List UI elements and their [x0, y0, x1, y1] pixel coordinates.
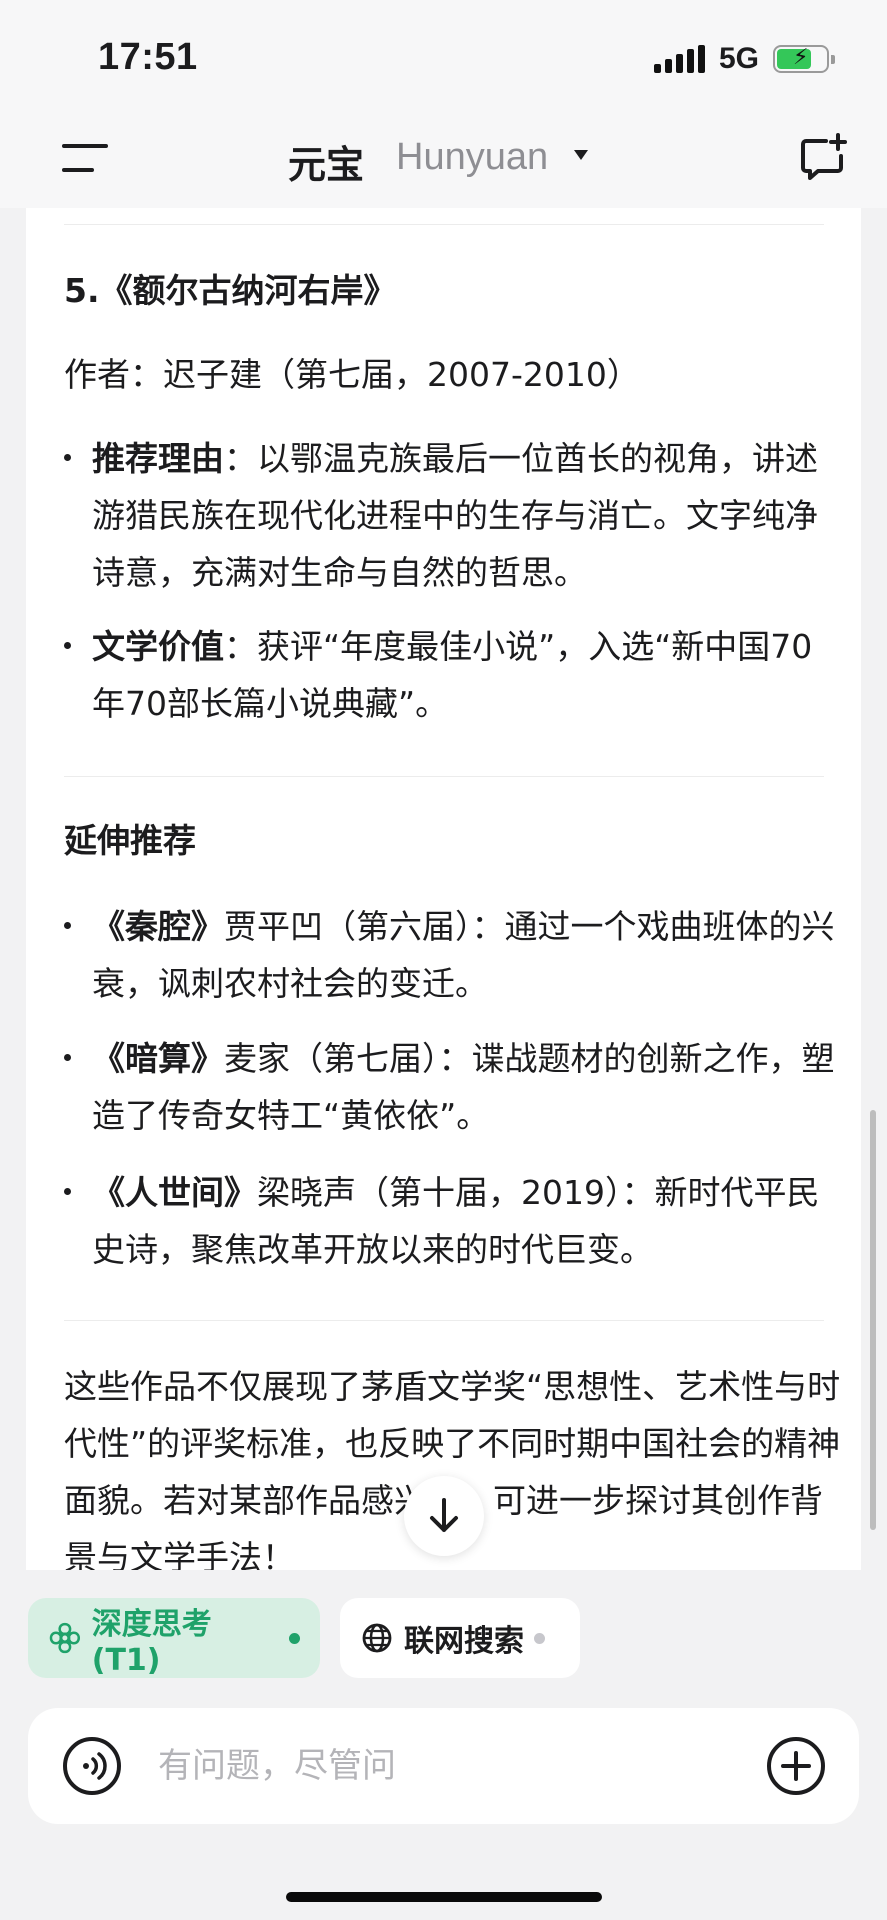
nav-bar: 元宝 Hunyuan: [0, 110, 887, 208]
author-line: 作者：迟子建（第七届，2007-2010）: [64, 355, 640, 394]
model-selector[interactable]: Hunyuan: [396, 136, 548, 179]
menu-icon[interactable]: [62, 140, 108, 176]
list-item: 文学价值：获评“年度最佳小说”，入选“新中国70年70部长篇小说典藏”。: [64, 618, 844, 732]
caret-down-icon[interactable]: [574, 150, 588, 160]
add-attachment-button[interactable]: [766, 1736, 826, 1796]
new-chat-icon[interactable]: [798, 132, 848, 182]
status-time: 17:51: [98, 36, 198, 78]
scrollbar[interactable]: [870, 1110, 876, 1530]
book-title: 《秦腔》: [92, 907, 224, 946]
home-indicator[interactable]: [286, 1892, 602, 1902]
book-title: 《暗算》: [92, 1039, 224, 1078]
list-item: 《人世间》梁晓声（第十届，2019）：新时代平民史诗，聚焦改革开放以来的时代巨变…: [64, 1164, 844, 1278]
status-bar: 17:51 5G ⚡: [0, 0, 887, 110]
deep-think-toggle[interactable]: 深度思考(T1): [28, 1598, 320, 1678]
book-title: 《人世间》: [92, 1173, 257, 1212]
book-author: 作者：迟子建（第七届，2007-2010）: [64, 346, 844, 403]
web-search-label: 联网搜索: [404, 1624, 524, 1659]
divider: [64, 1320, 824, 1321]
reason-label: 推荐理由: [92, 439, 224, 478]
web-search-toggle[interactable]: 联网搜索: [340, 1598, 580, 1678]
list-item: 《暗算》麦家（第七届）：谍战题材的创新之作，塑造了传奇女特工“黄依依”。: [64, 1030, 844, 1144]
status-dot: [289, 1632, 301, 1644]
message-input[interactable]: [158, 1738, 718, 1794]
arrow-down-icon: [430, 1498, 458, 1532]
status-dot: [534, 1632, 545, 1644]
list-item: 推荐理由：以鄂温克族最后一位酋长的视角，讲述游猎民族在现代化进程中的生存与消亡。…: [64, 430, 844, 601]
voice-icon: [63, 1737, 121, 1795]
cellular-signal-icon: [653, 45, 705, 73]
scroll-to-bottom-button[interactable]: [404, 1476, 484, 1556]
status-indicators: 5G ⚡: [653, 42, 835, 76]
chat-message: 5.《额尔古纳河右岸》 作者：迟子建（第七届，2007-2010） 推荐理由：以…: [26, 208, 861, 1570]
plus-icon: [767, 1737, 825, 1795]
list-item: 《秦腔》贾平凹（第六届）：通过一个戏曲班体的兴衰，讽刺农村社会的变迁。: [64, 898, 844, 1012]
network-type: 5G: [718, 42, 759, 75]
battery-charging-icon: ⚡: [773, 45, 835, 73]
book-heading: 5.《额尔古纳河右岸》: [64, 271, 397, 310]
divider: [64, 224, 824, 225]
section-heading: 延伸推荐: [64, 821, 196, 860]
app-title: 元宝: [288, 143, 365, 187]
voice-input-button[interactable]: [62, 1736, 122, 1796]
globe-icon: [362, 1623, 392, 1653]
value-label: 文学价值: [92, 627, 224, 666]
deep-think-label: 深度思考(T1): [91, 1606, 212, 1678]
divider: [64, 776, 824, 777]
input-bar: [28, 1708, 859, 1824]
deep-think-icon: [49, 1622, 81, 1654]
